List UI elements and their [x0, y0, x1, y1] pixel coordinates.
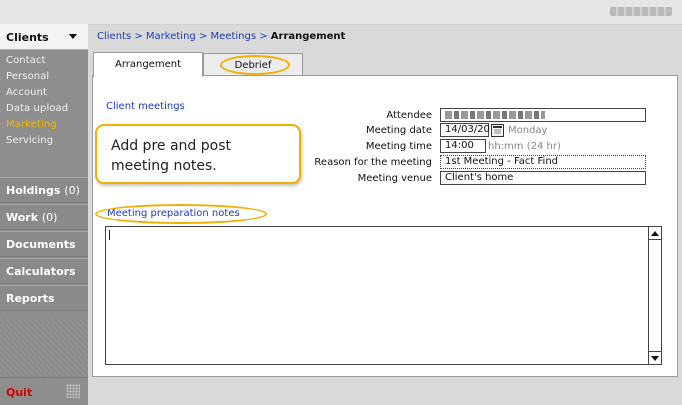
- sidebar-group-reports-label: Reports: [6, 292, 55, 305]
- attendee-label: Attendee: [386, 110, 432, 121]
- meeting-day: Monday: [508, 125, 548, 136]
- sidebar-item-account[interactable]: Account: [0, 85, 88, 101]
- redacted-user-name: [610, 7, 672, 16]
- reason-label: Reason for the meeting: [314, 157, 432, 168]
- breadcrumb: Clients > Marketing > Meetings > Arrange…: [97, 31, 346, 42]
- scroll-up-icon[interactable]: [649, 227, 661, 240]
- venue-label: Meeting venue: [357, 173, 432, 184]
- sidebar-group-calculators-label: Calculators: [6, 265, 76, 278]
- notes-scrollbar[interactable]: [648, 227, 661, 364]
- module-selector[interactable]: Clients: [0, 24, 88, 50]
- sidebar-group-holdings[interactable]: Holdings (0): [0, 177, 88, 203]
- time-format-hint: hh:mm (24 hr): [488, 141, 561, 152]
- notes-textarea[interactable]: [105, 226, 662, 365]
- meeting-date-label: Meeting date: [365, 125, 432, 136]
- redacted-attendee-name: [445, 111, 545, 119]
- reason-select[interactable]: 1st Meeting - Fact Find: [440, 155, 646, 169]
- notes-title-highlight-ring: [95, 204, 267, 224]
- sidebar-group-documents[interactable]: Documents: [0, 231, 88, 257]
- sidebar-group-work[interactable]: Work (0): [0, 204, 88, 230]
- sidebar-group-calculators[interactable]: Calculators: [0, 258, 88, 284]
- grip-icon[interactable]: [66, 384, 80, 398]
- meeting-time-field[interactable]: 14:00: [440, 139, 486, 153]
- sidebar-item-personal[interactable]: Personal: [0, 69, 88, 85]
- sidebar-group-documents-label: Documents: [6, 238, 76, 251]
- chevron-down-icon[interactable]: [69, 34, 77, 39]
- breadcrumb-meetings[interactable]: Meetings: [211, 31, 257, 42]
- sidebar-item-servicing[interactable]: Servicing: [0, 133, 88, 149]
- sidebar-item-contact[interactable]: Contact: [0, 53, 88, 69]
- breadcrumb-marketing[interactable]: Marketing: [146, 31, 196, 42]
- sidebar-item-data-upload[interactable]: Data upload: [0, 101, 88, 117]
- text-cursor: [109, 230, 110, 240]
- sidebar-group-holdings-label: Holdings: [6, 184, 61, 197]
- meeting-time-label: Meeting time: [365, 141, 432, 152]
- calendar-icon[interactable]: [491, 124, 504, 137]
- attendee-field[interactable]: [440, 108, 646, 122]
- sidebar-item-marketing[interactable]: Marketing: [0, 117, 88, 133]
- sidebar-submenu: Contact Personal Account Data upload Mar…: [0, 53, 88, 149]
- sidebar-group-reports[interactable]: Reports: [0, 285, 88, 311]
- top-bar: [0, 0, 682, 25]
- sidebar-group-work-label: Work: [6, 211, 39, 224]
- work-count: (0): [41, 211, 58, 224]
- venue-field[interactable]: Client's home: [440, 171, 646, 185]
- module-selector-label: Clients: [6, 31, 49, 44]
- instruction-callout: Add pre and post meeting notes.: [95, 124, 301, 184]
- section-title: Client meetings: [106, 101, 185, 112]
- meeting-date-field[interactable]: 14/03/2011: [440, 123, 503, 137]
- quit-button[interactable]: Quit: [0, 377, 88, 405]
- breadcrumb-clients[interactable]: Clients: [97, 31, 131, 42]
- tab-arrangement[interactable]: Arrangement: [93, 52, 203, 77]
- breadcrumb-current: Arrangement: [270, 31, 346, 42]
- debrief-highlight-ring: [220, 55, 290, 75]
- scroll-down-icon[interactable]: [649, 351, 661, 364]
- sidebar: Clients Contact Personal Account Data up…: [0, 24, 88, 405]
- quit-label: Quit: [6, 386, 33, 399]
- holdings-count: (0): [64, 184, 80, 197]
